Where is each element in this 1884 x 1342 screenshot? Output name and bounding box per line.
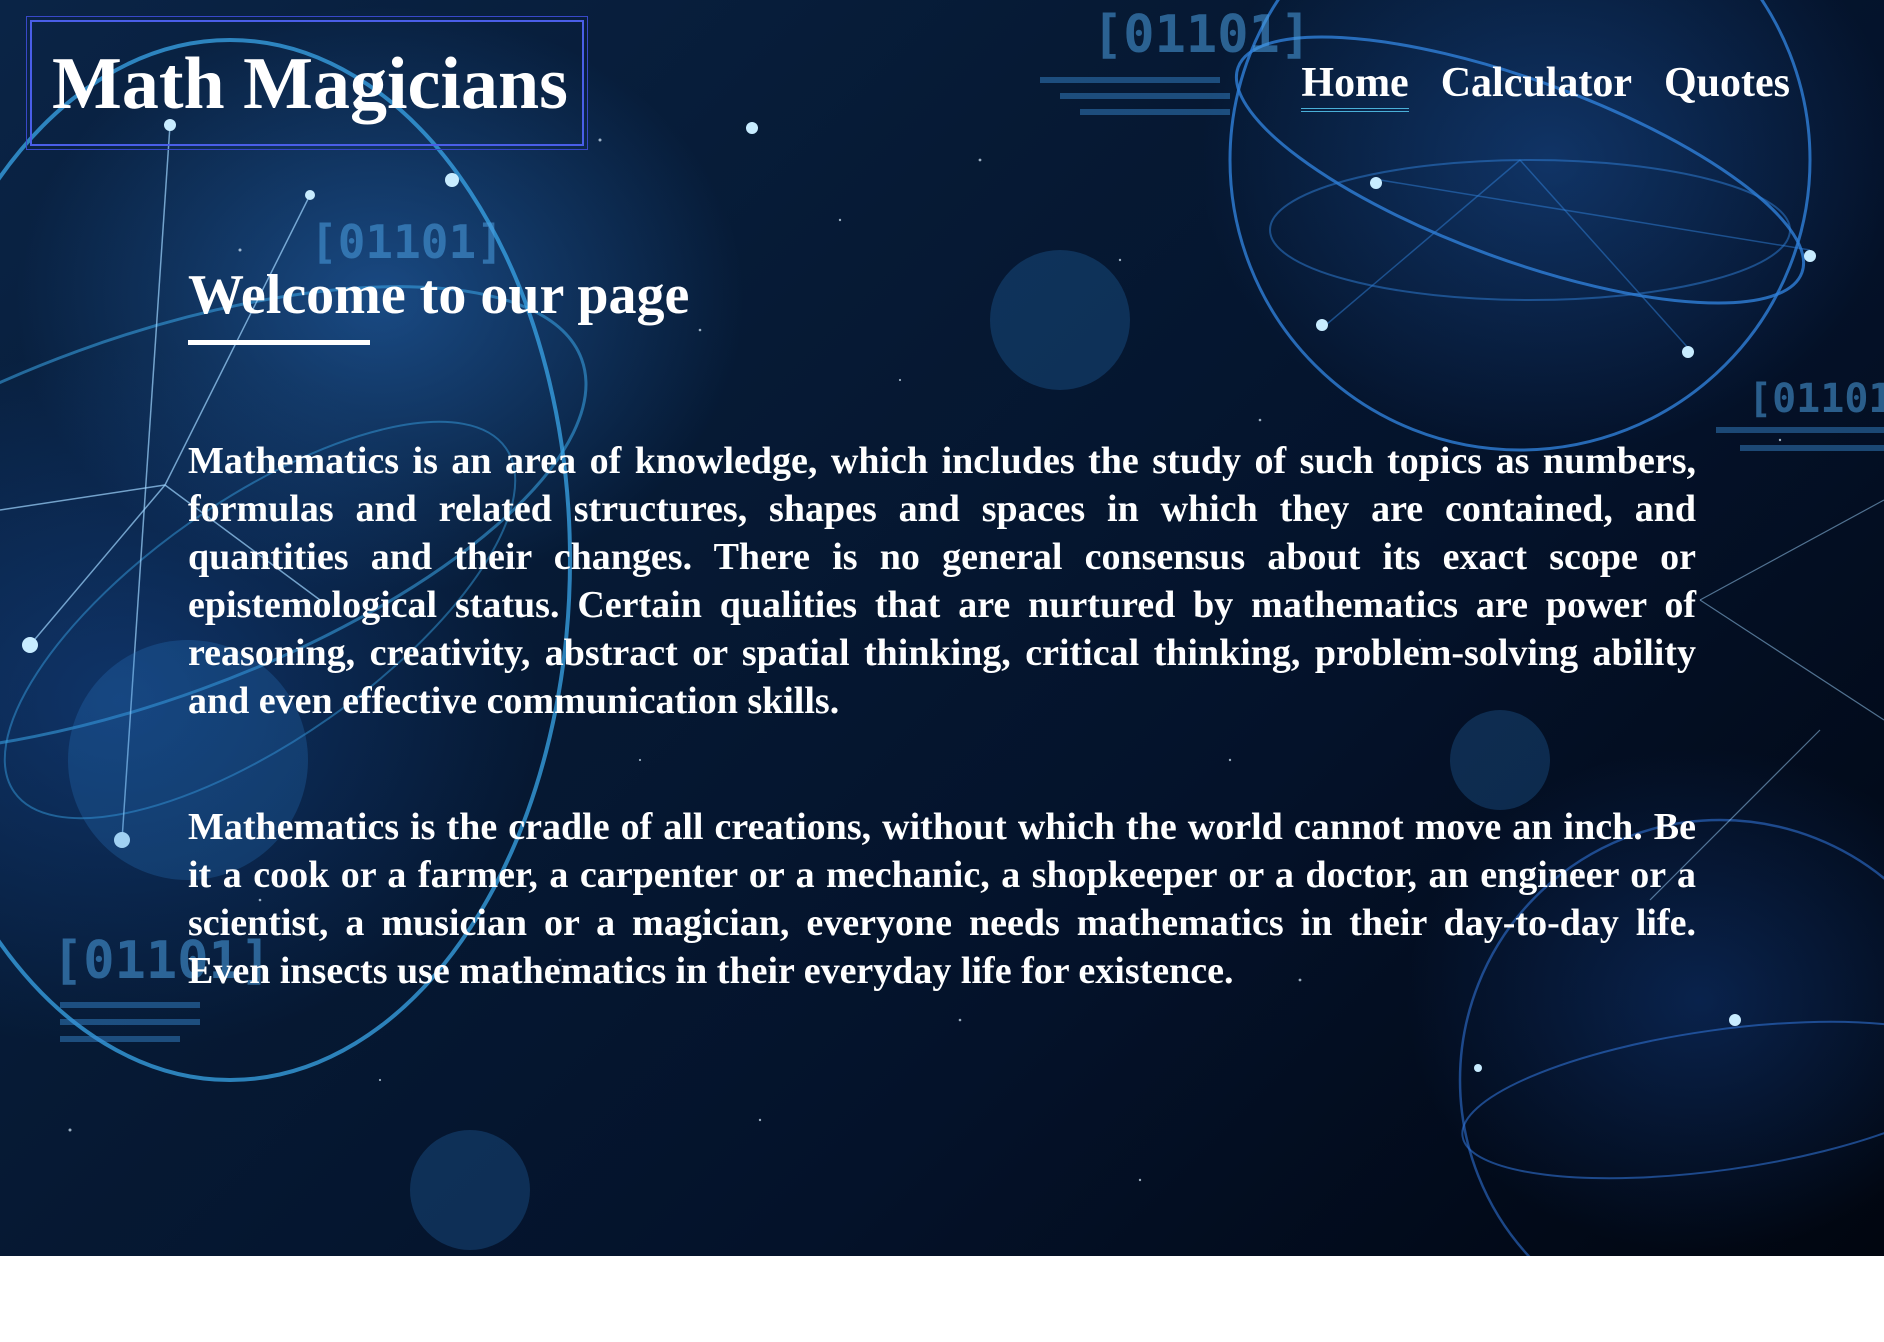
intro-paragraph-2: Mathematics is the cradle of all creatio… [188, 806, 1696, 992]
binary-label-right: [01101] [1748, 376, 1884, 422]
binary-label-top: [01101] [1092, 5, 1311, 65]
nav-link-home[interactable]: Home [1301, 58, 1409, 113]
binary-label-left: [01101] [310, 215, 504, 269]
heading-underline [188, 340, 370, 345]
nav-link-calculator[interactable]: Calculator [1441, 58, 1632, 112]
main-nav: Home Calculator Quotes [1301, 58, 1790, 113]
site-logo[interactable]: Math Magicians [52, 40, 568, 129]
page-heading: Welcome to our page [188, 264, 690, 326]
nav-link-quotes[interactable]: Quotes [1664, 58, 1790, 112]
intro-paragraph-1: Mathematics is an area of knowledge, whi… [188, 440, 1696, 722]
hero-background: [01101] [01101] [01101] [01101] Math Mag… [0, 0, 1884, 1256]
